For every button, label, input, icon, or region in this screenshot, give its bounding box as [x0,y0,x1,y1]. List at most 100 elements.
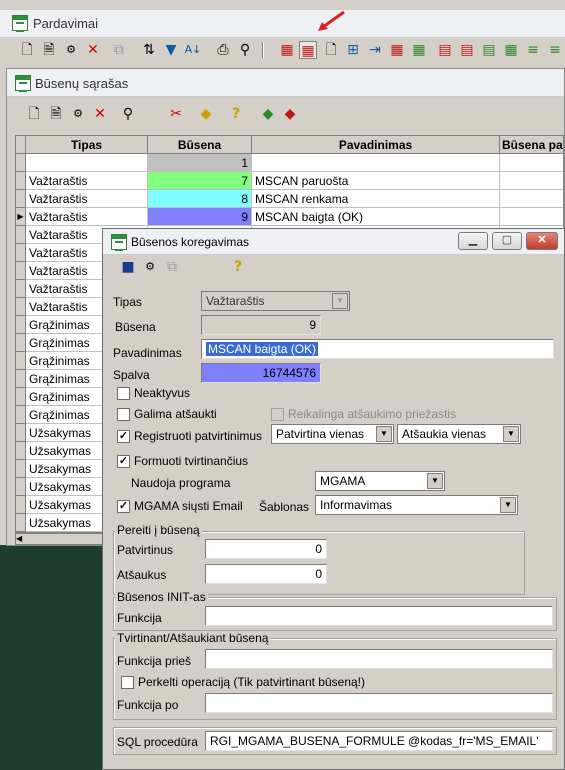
neaktyvus-checkbox[interactable] [117,387,130,400]
red-action-icon[interactable]: ◆ [281,105,299,123]
green-grid-icon[interactable]: ▦ [410,41,428,59]
list-grid-icon[interactable]: ≡ [524,41,542,59]
perkelti-checkbox[interactable] [121,676,134,689]
print-icon[interactable]: ⎙ [214,41,232,59]
settings-table-icon[interactable]: ▦ [278,41,296,59]
cell-pavadinimas[interactable]: MSCAN paruošta [252,172,500,190]
funkcija-pries-field[interactable] [205,649,553,669]
cell-busena[interactable]: 8 [148,190,252,208]
note-icon[interactable]: ◆ [197,105,215,123]
filter-icon[interactable]: ▼ [162,41,180,59]
row-indicator[interactable] [16,406,26,424]
column-header-tipas[interactable]: Tipas [26,136,148,154]
new-doc-icon[interactable]: 🗋 [18,41,36,59]
edit-doc-icon[interactable]: 🗎 [47,105,65,123]
sql-field[interactable]: RGI_MGAMA_BUSENA_FORMULE @kodas_fr='MS_E… [205,731,553,751]
copy-icon[interactable]: ⧉ [110,41,128,59]
row-indicator[interactable] [16,262,26,280]
tree-icon[interactable]: ⚙ [141,258,159,276]
hierarchy-icon[interactable]: ⊞ [344,41,362,59]
minimize-button[interactable]: ▁ [458,232,488,250]
delete-icon[interactable]: ✕ [84,41,102,59]
tree-view-icon[interactable]: ⚙ [62,41,80,59]
close-button[interactable]: ✕ [526,232,558,250]
new-icon[interactable]: 🗋 [25,105,43,123]
funkcija-po-field[interactable] [205,693,553,713]
row-indicator[interactable] [16,496,26,514]
sort-icon[interactable]: ⇅ [140,41,158,59]
programa-select[interactable]: MGAMA ▼ [315,471,445,491]
document-icon[interactable]: 🗎 [40,41,58,59]
cell-busena-pat[interactable] [500,190,563,208]
table-row[interactable]: ▶ Važtaraštis 9 MSCAN baigta (OK) [16,208,563,226]
mgama-siusti-checkbox[interactable]: ✓ [117,500,130,513]
cut-icon[interactable]: ✂ [167,105,185,123]
cell-pavadinimas[interactable]: MSCAN renkama [252,190,500,208]
column-header-busena-pat[interactable]: Būsena pat [500,136,563,154]
tipas-select[interactable]: Važtaraštis ▼ [201,291,350,311]
row-indicator[interactable] [16,316,26,334]
galima-atsaukti-checkbox[interactable] [117,408,130,421]
help-icon[interactable]: ? [227,105,245,123]
cell-busena[interactable]: 9 [148,208,252,226]
cell-pavadinimas[interactable]: MSCAN baigta (OK) [252,208,500,226]
tree-icon[interactable]: ⚙ [69,105,87,123]
atsaukia-select[interactable]: Atšaukia vienas ▼ [397,424,521,444]
maximize-button[interactable]: ▢ [492,232,522,250]
more-grid-icon[interactable]: ≡ [546,41,564,59]
funkcija-field[interactable] [205,606,553,626]
row-indicator[interactable] [16,280,26,298]
import-grid-icon[interactable]: ▤ [458,41,476,59]
help-icon[interactable]: ? [229,258,247,276]
status-list-icon[interactable]: ▦ [299,41,317,59]
row-indicator[interactable]: ▶ [16,208,26,226]
cell-pavadinimas[interactable] [252,154,500,172]
row-indicator[interactable] [16,154,26,172]
cell-tipas[interactable]: Važtaraštis [26,172,148,190]
save-icon[interactable]: ■ [119,258,137,276]
add-grid-icon[interactable]: ▦ [502,41,520,59]
spalva-field[interactable]: 16744576 [201,363,321,383]
reikalinga-priezastis-checkbox[interactable] [271,408,284,421]
cell-busena[interactable]: 1 [148,154,252,172]
row-indicator[interactable] [16,226,26,244]
registruoti-checkbox[interactable]: ✓ [117,430,130,443]
table-row[interactable]: Važtaraštis 8 MSCAN renkama [16,190,563,208]
page-icon[interactable]: 🗋 [322,41,340,59]
table-row[interactable]: 1 [16,154,563,172]
row-indicator[interactable] [16,172,26,190]
sablonas-select[interactable]: Informavimas ▼ [315,495,518,515]
sort-az-icon[interactable]: A↓ [184,41,202,59]
row-indicator[interactable] [16,298,26,316]
link-arrow-icon[interactable]: ⇥ [366,41,384,59]
table-row[interactable]: Važtaraštis 7 MSCAN paruošta [16,172,563,190]
row-indicator[interactable] [16,190,26,208]
row-indicator[interactable] [16,442,26,460]
atsaukus-field[interactable]: 0 [205,564,327,584]
green-action-icon[interactable]: ◆ [259,105,277,123]
cell-tipas[interactable]: Važtaraštis [26,208,148,226]
cell-busena-pat[interactable] [500,208,563,226]
cell-busena-pat[interactable] [500,172,563,190]
tree-grid-icon[interactable]: ▤ [480,41,498,59]
horizontal-scrollbar[interactable]: ◀ [15,533,113,545]
row-indicator[interactable] [16,478,26,496]
row-indicator[interactable] [16,334,26,352]
row-indicator[interactable] [16,370,26,388]
delete-row-icon[interactable]: ✕ [91,105,109,123]
copy-icon[interactable]: ⧉ [163,258,181,276]
pavadinimas-field[interactable]: MSCAN baigta (OK) [201,339,554,359]
column-header-busena[interactable]: Būsena [148,136,252,154]
cell-tipas[interactable]: Važtaraštis [26,190,148,208]
cell-busena[interactable]: 7 [148,172,252,190]
busena-field[interactable]: 9 [201,315,321,335]
export-grid-icon[interactable]: ▤ [436,41,454,59]
formuoti-checkbox[interactable]: ✓ [117,455,130,468]
binoculars-icon[interactable]: ⚲ [236,41,254,59]
row-indicator[interactable] [16,460,26,478]
find-icon[interactable]: ⚲ [119,105,137,123]
row-indicator[interactable] [16,514,26,532]
row-indicator[interactable] [16,424,26,442]
row-indicator[interactable] [16,388,26,406]
cell-tipas[interactable] [26,154,148,172]
